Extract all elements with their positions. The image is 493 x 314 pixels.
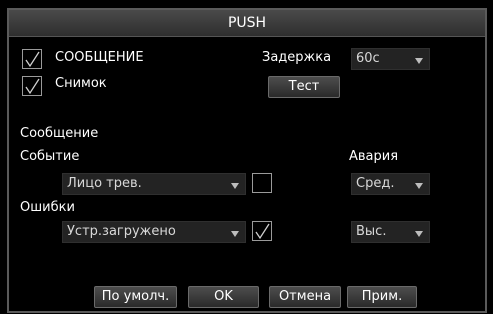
push-dialog: PUSH СООБЩЕНИЕ Снимок Задержка 60с Тест … — [7, 8, 487, 313]
checkmark-icon — [25, 51, 40, 68]
test-button[interactable]: Тест — [268, 76, 340, 98]
event-type-dropdown[interactable]: Лицо трев. — [62, 173, 246, 195]
error-type-value: Устр.загружено — [67, 224, 176, 239]
chevron-down-icon — [415, 183, 423, 189]
checkmark-icon — [255, 223, 270, 240]
snapshot-check-label: Снимок — [55, 76, 107, 91]
snapshot-checkbox[interactable] — [22, 76, 42, 96]
alarm-label: Авария — [349, 149, 399, 164]
event-enable-checkbox[interactable] — [252, 173, 272, 193]
delay-label: Задержка — [262, 50, 332, 65]
event-type-value: Лицо трев. — [67, 176, 142, 191]
chevron-down-icon — [415, 231, 423, 237]
chevron-down-icon — [415, 58, 423, 64]
ok-button[interactable]: OK — [188, 286, 259, 308]
delay-value: 60с — [356, 51, 380, 66]
error-type-dropdown[interactable]: Устр.загружено — [62, 221, 246, 243]
error-level-dropdown[interactable]: Выс. — [351, 221, 430, 243]
checkmark-icon — [25, 78, 40, 95]
default-button[interactable]: По умолч. — [94, 286, 177, 308]
chevron-down-icon — [231, 183, 239, 189]
apply-button[interactable]: Прим. — [347, 286, 417, 308]
error-level-value: Выс. — [356, 224, 387, 239]
error-enable-checkbox[interactable] — [252, 221, 272, 241]
chevron-down-icon — [231, 231, 239, 237]
event-level-dropdown[interactable]: Сред. — [351, 173, 430, 195]
dialog-title: PUSH — [9, 10, 485, 37]
message-check-label: СООБЩЕНИЕ — [55, 50, 144, 65]
event-level-value: Сред. — [356, 176, 395, 191]
delay-dropdown[interactable]: 60с — [351, 48, 430, 70]
message-checkbox[interactable] — [22, 49, 42, 69]
event-label: Событие — [20, 149, 80, 164]
message-section-title: Сообщение — [20, 126, 99, 141]
errors-label: Ошибки — [20, 200, 75, 215]
cancel-button[interactable]: Отмена — [269, 286, 341, 308]
